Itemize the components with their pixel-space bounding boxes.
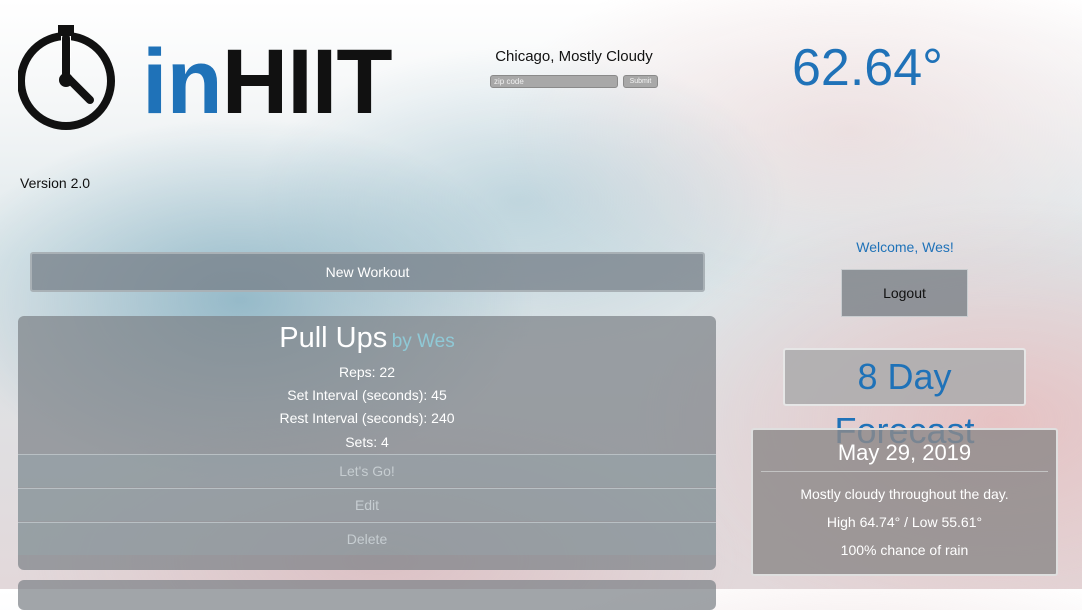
version-label: Version 2.0 [20, 175, 91, 191]
workout-set-interval: Set Interval (seconds): 45 [287, 387, 447, 403]
logout-button[interactable]: Logout [841, 269, 968, 317]
workout-title: Pull Ups by Wes [18, 320, 716, 361]
workout-sets: Sets: 4 [345, 434, 389, 450]
logo-wordmark: inHIIT [142, 30, 393, 134]
forecast-heading: 8 Day Forecast [783, 348, 1026, 451]
workout-name: Pull Ups [279, 322, 388, 354]
lets-go-button[interactable]: Let's Go! [18, 454, 716, 487]
forecast-rain-chance: 100% chance of rain [840, 542, 969, 558]
welcome-message: Welcome, Wes! [856, 239, 954, 255]
weather-location: Chicago, Mostly Cloudy [495, 48, 653, 65]
edit-workout-button[interactable]: Edit [18, 488, 716, 521]
app-logo: inHIIT [18, 24, 393, 138]
zip-submit-button[interactable]: Submit [623, 75, 658, 88]
workout-rest-interval: Rest Interval (seconds): 240 [279, 410, 455, 426]
stopwatch-icon [18, 25, 115, 130]
forecast-day-card: May 29, 2019 Mostly cloudy throughout th… [751, 428, 1058, 576]
delete-workout-button[interactable]: Delete [18, 522, 716, 555]
workout-card-partial [18, 580, 716, 610]
logo-prefix: in [142, 31, 223, 133]
forecast-summary: Mostly cloudy throughout the day. [800, 486, 1009, 502]
zip-code-input[interactable] [490, 75, 618, 88]
forecast-divider [761, 471, 1048, 472]
workout-reps: Reps: 22 [338, 364, 396, 380]
new-workout-button[interactable]: New Workout [30, 252, 705, 292]
forecast-date: May 29, 2019 [837, 440, 972, 465]
workout-author: by Wes [391, 331, 455, 352]
logo-suffix: HIIT [221, 31, 393, 133]
current-temperature: 62.64° [792, 39, 943, 97]
forecast-high-low: High 64.74° / Low 55.61° [826, 514, 983, 530]
workout-card: Pull Ups by Wes Reps: 22 Set Interval (s… [18, 316, 716, 570]
